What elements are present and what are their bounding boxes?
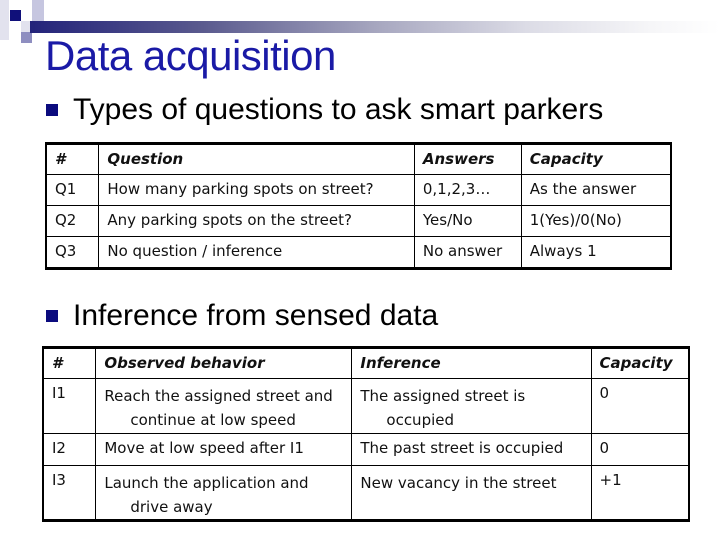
square-bullet-icon bbox=[46, 310, 58, 322]
cell-inference: The past street is occupied bbox=[351, 433, 592, 466]
table-row: Q3 No question / inference No answer Alw… bbox=[45, 236, 672, 270]
cell-capacity: 0 bbox=[590, 378, 690, 434]
inference-line: The assigned street is bbox=[360, 387, 526, 405]
table-row: Q1 How many parking spots on street? 0,1… bbox=[45, 174, 672, 206]
header-observed-behavior: Observed behavior bbox=[95, 346, 353, 379]
header-answers: Answers bbox=[413, 142, 522, 175]
square-bullet-icon bbox=[46, 104, 58, 116]
cell-behavior: Move at low speed after I1 bbox=[95, 433, 353, 466]
cell-capacity: 0 bbox=[590, 433, 690, 466]
cell-id: Q3 bbox=[45, 236, 100, 270]
behavior-line: Reach the assigned street and bbox=[104, 387, 333, 405]
table-row: I3 Launch the application and drive away… bbox=[42, 465, 690, 522]
deco-square bbox=[0, 0, 9, 40]
deco-square bbox=[32, 10, 44, 21]
cell-id: I1 bbox=[42, 378, 97, 434]
cell-id: Q2 bbox=[45, 205, 100, 237]
table-row: Q2 Any parking spots on the street? Yes/… bbox=[45, 205, 672, 237]
deco-square bbox=[32, 0, 44, 10]
cell-behavior: Launch the application and drive away bbox=[95, 465, 353, 522]
questions-table: # Question Answers Capacity Q1 How many … bbox=[45, 142, 672, 270]
cell-question: Any parking spots on the street? bbox=[98, 205, 415, 237]
header-question: Question bbox=[98, 142, 415, 175]
deco-square bbox=[10, 10, 21, 21]
cell-behavior: Reach the assigned street and continue a… bbox=[95, 378, 353, 434]
cell-question: How many parking spots on street? bbox=[98, 174, 415, 206]
table-header-row: # Question Answers Capacity bbox=[45, 142, 672, 175]
header-capacity: Capacity bbox=[590, 346, 690, 379]
header-capacity: Capacity bbox=[520, 142, 672, 175]
cell-inference: The assigned street is occupied bbox=[351, 378, 592, 434]
cell-answers: No answer bbox=[413, 236, 522, 270]
cell-answers: Yes/No bbox=[413, 205, 522, 237]
behavior-line: continue at low speed bbox=[130, 411, 296, 429]
cell-answers: 0,1,2,3… bbox=[413, 174, 522, 206]
cell-capacity: Always 1 bbox=[520, 236, 672, 270]
cell-capacity: As the answer bbox=[520, 174, 672, 206]
cell-capacity: 1(Yes)/0(No) bbox=[520, 205, 672, 237]
table-row: I2 Move at low speed after I1 The past s… bbox=[42, 433, 690, 466]
cell-question: No question / inference bbox=[98, 236, 415, 270]
header-number: # bbox=[42, 346, 97, 379]
behavior-line: drive away bbox=[130, 498, 213, 516]
table-header-row: # Observed behavior Inference Capacity bbox=[42, 346, 690, 379]
slide-title: Data acquisition bbox=[45, 32, 336, 79]
cell-id: I3 bbox=[42, 465, 97, 522]
cell-inference: New vacancy in the street bbox=[351, 465, 592, 522]
cell-capacity: +1 bbox=[590, 465, 690, 522]
inference-table: # Observed behavior Inference Capacity I… bbox=[42, 346, 690, 522]
header-number: # bbox=[45, 142, 100, 175]
behavior-line: Launch the application and bbox=[104, 474, 309, 492]
cell-id: Q1 bbox=[45, 174, 100, 206]
inference-line: occupied bbox=[386, 411, 455, 429]
deco-square bbox=[21, 32, 32, 43]
bullet-text: Inference from sensed data bbox=[73, 299, 439, 332]
table-row: I1 Reach the assigned street and continu… bbox=[42, 378, 690, 434]
header-inference: Inference bbox=[351, 346, 592, 379]
cell-id: I2 bbox=[42, 433, 97, 466]
bullet-text: Types of questions to ask smart parkers bbox=[73, 93, 604, 126]
